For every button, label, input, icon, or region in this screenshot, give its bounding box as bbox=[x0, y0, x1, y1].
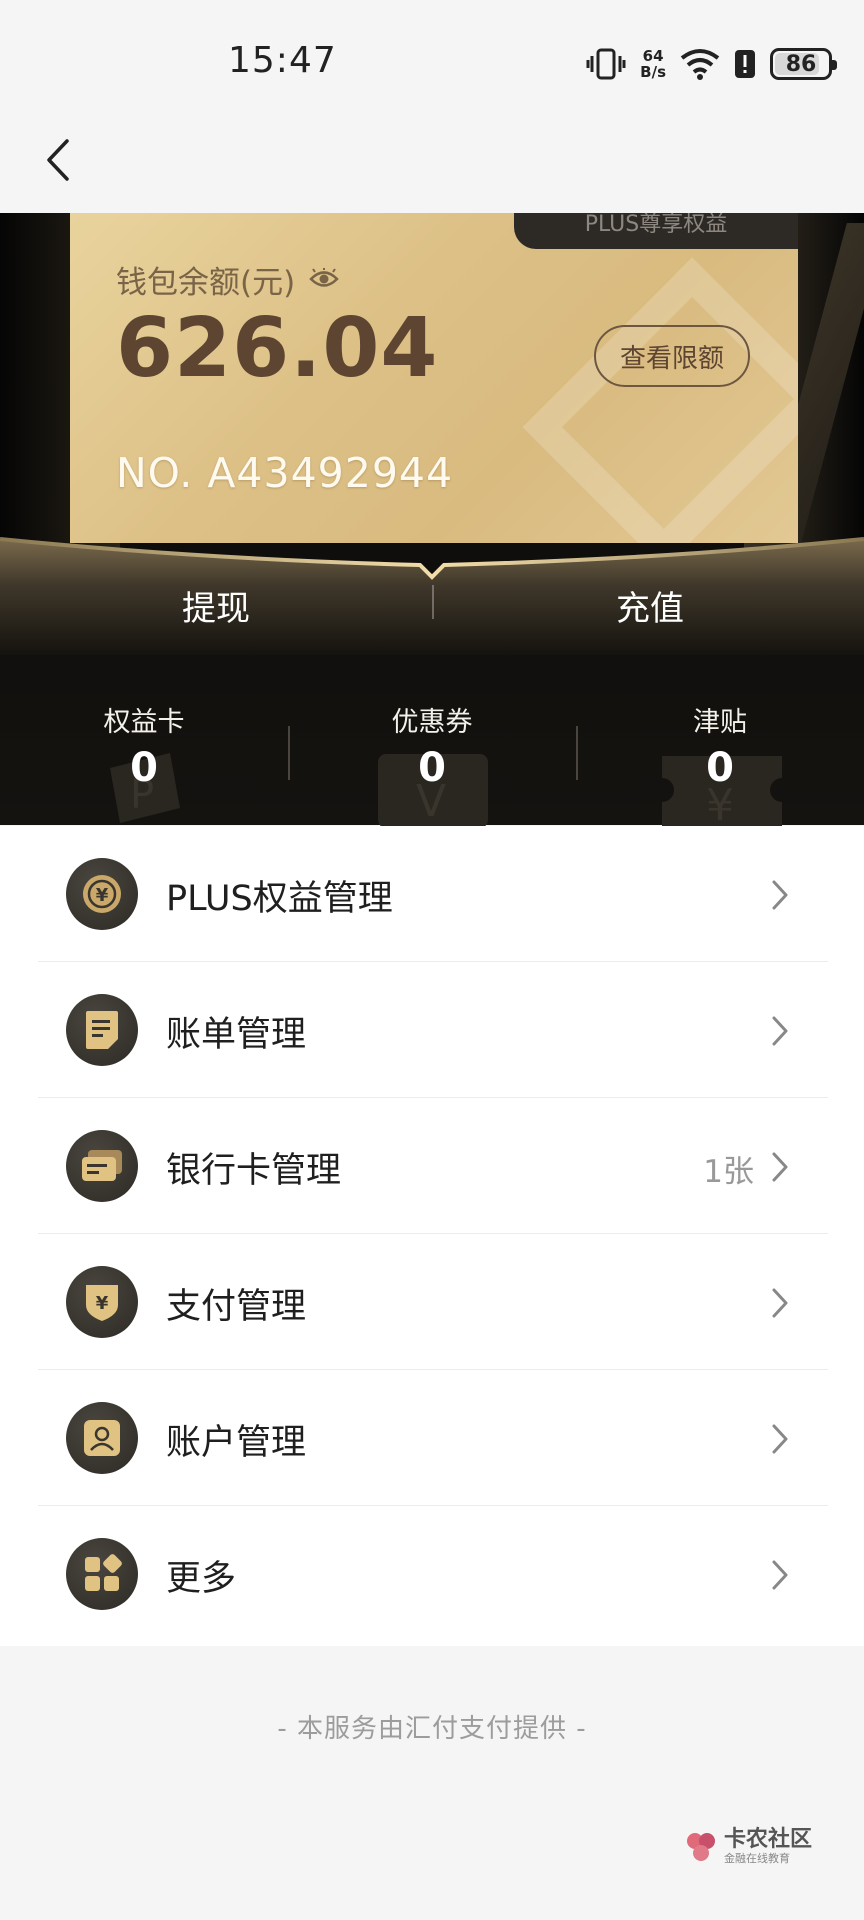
account-icon bbox=[66, 1402, 138, 1474]
network-speed-unit: B/s bbox=[640, 63, 666, 81]
menu-label: 更多 bbox=[166, 1559, 237, 1599]
watermark-logo: 卡农社区 金融在线教育 bbox=[684, 1828, 812, 1866]
chevron-right-icon bbox=[772, 1560, 788, 1590]
stat-value: 0 bbox=[706, 745, 734, 791]
menu-label: 银行卡管理 bbox=[166, 1151, 342, 1191]
menu-label: PLUS权益管理 bbox=[166, 879, 393, 919]
status-time: 15:47 bbox=[228, 40, 337, 81]
card-watermark-shape bbox=[522, 257, 798, 543]
chevron-right-icon bbox=[772, 1016, 788, 1046]
alert-icon bbox=[734, 48, 756, 80]
stat-label: 权益卡 bbox=[103, 707, 185, 738]
battery-level: 86 bbox=[785, 51, 817, 77]
menu-item-bills[interactable]: 账单管理 bbox=[0, 962, 864, 1098]
wallet-card: PLUS尊享权益 钱包余额(元) 626.04 查看限额 NO. A434929… bbox=[70, 213, 798, 543]
battery-indicator: 86 bbox=[770, 48, 837, 80]
wifi-icon bbox=[680, 48, 720, 80]
menu-label: 支付管理 bbox=[166, 1287, 307, 1327]
balance-amount: 626.04 bbox=[116, 301, 439, 396]
recharge-button[interactable]: 充值 bbox=[500, 577, 800, 633]
stat-coupons[interactable]: 优惠券 0 bbox=[288, 700, 576, 820]
vibrate-icon bbox=[586, 47, 626, 81]
menu-label: 账户管理 bbox=[166, 1423, 307, 1463]
status-icons: 64 B/s 86 bbox=[586, 44, 837, 84]
stat-label: 优惠券 bbox=[391, 707, 473, 738]
plus-badge[interactable]: PLUS尊享权益 bbox=[514, 213, 798, 249]
stat-label: 津贴 bbox=[693, 707, 747, 738]
more-apps-icon bbox=[66, 1538, 138, 1610]
menu-item-more[interactable]: 更多 bbox=[0, 1506, 864, 1642]
bank-card-icon bbox=[66, 1130, 138, 1202]
coin-icon: ¥ bbox=[66, 858, 138, 930]
chevron-right-icon bbox=[772, 1152, 788, 1182]
balance-label: 钱包余额(元) bbox=[116, 265, 296, 301]
menu-list: ¥ PLUS权益管理 账单管理 银行卡管理 1张 ¥ 支付管理 账户管理 更多 bbox=[0, 826, 864, 1646]
stat-benefit-cards[interactable]: 权益卡 0 bbox=[0, 700, 288, 820]
stat-value: 0 bbox=[130, 745, 158, 791]
menu-item-plus-benefits[interactable]: ¥ PLUS权益管理 bbox=[0, 826, 864, 962]
menu-item-account[interactable]: 账户管理 bbox=[0, 1370, 864, 1506]
action-divider bbox=[432, 585, 434, 619]
eye-icon[interactable] bbox=[309, 262, 339, 298]
watermark-subtitle: 金融在线教育 bbox=[724, 1852, 790, 1865]
back-button[interactable] bbox=[28, 130, 88, 190]
battery-tip bbox=[832, 60, 837, 70]
card-number: NO. A43492944 bbox=[116, 449, 454, 497]
watermark-icon bbox=[687, 1833, 715, 1861]
view-limit-button[interactable]: 查看限额 bbox=[594, 325, 750, 387]
bill-icon bbox=[66, 994, 138, 1066]
chevron-right-icon bbox=[772, 880, 788, 910]
stat-allowance[interactable]: 津贴 0 bbox=[576, 700, 864, 820]
service-provider-note: - 本服务由汇付支付提供 - bbox=[277, 1714, 587, 1744]
status-bar: 15:47 64 B/s 86 bbox=[0, 0, 864, 128]
menu-item-bank-cards[interactable]: 银行卡管理 1张 bbox=[0, 1098, 864, 1234]
svg-text:¥: ¥ bbox=[96, 885, 109, 906]
chevron-right-icon bbox=[772, 1288, 788, 1318]
chevron-right-icon bbox=[772, 1424, 788, 1454]
payment-shield-icon: ¥ bbox=[66, 1266, 138, 1338]
stat-value: 0 bbox=[418, 745, 446, 791]
menu-item-payment[interactable]: ¥ 支付管理 bbox=[0, 1234, 864, 1370]
network-speed: 64 B/s bbox=[640, 48, 666, 80]
svg-text:¥: ¥ bbox=[96, 1293, 109, 1314]
network-speed-value: 64 bbox=[642, 47, 664, 65]
chevron-left-icon bbox=[47, 139, 69, 181]
withdraw-button[interactable]: 提现 bbox=[66, 577, 366, 633]
bank-card-count: 1张 bbox=[703, 1154, 754, 1190]
action-band: 提现 充值 bbox=[0, 525, 864, 655]
watermark-title: 卡农社区 bbox=[724, 1827, 813, 1852]
menu-label: 账单管理 bbox=[166, 1015, 307, 1055]
balance-label-row: 钱包余额(元) bbox=[116, 257, 339, 302]
